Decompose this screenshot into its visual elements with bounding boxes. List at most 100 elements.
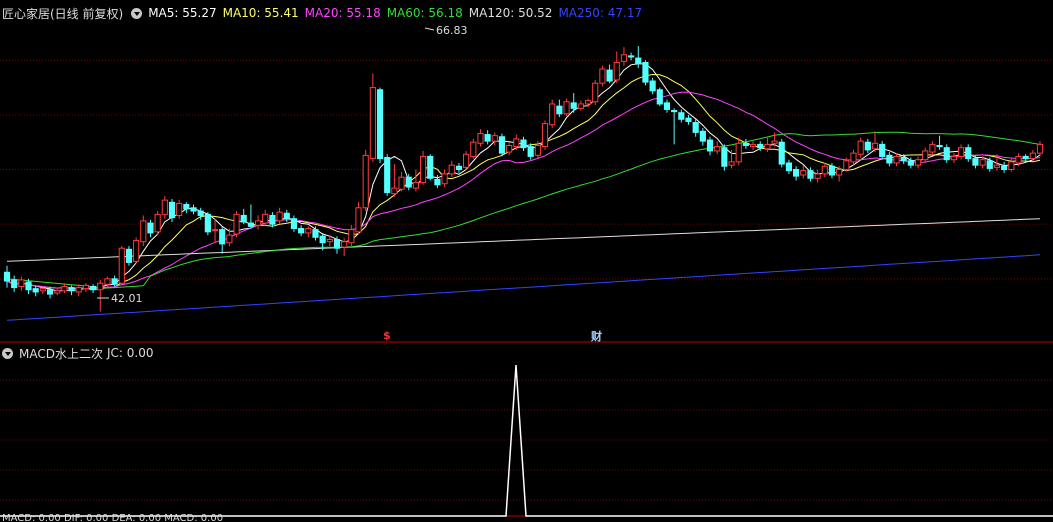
- candle[interactable]: [620, 47, 628, 66]
- candle[interactable]: [836, 166, 843, 182]
- candle[interactable]: [527, 143, 534, 160]
- candle[interactable]: [448, 160, 455, 178]
- candle[interactable]: [125, 246, 133, 266]
- candle[interactable]: [871, 131, 879, 153]
- candle[interactable]: [943, 144, 950, 163]
- candle[interactable]: [814, 169, 821, 183]
- candle[interactable]: [958, 144, 965, 160]
- candle[interactable]: [671, 108, 678, 145]
- candle[interactable]: [419, 150, 427, 185]
- candle[interactable]: [11, 275, 18, 292]
- candle[interactable]: [950, 153, 957, 163]
- candle[interactable]: [549, 99, 556, 129]
- candle[interactable]: [656, 87, 663, 107]
- kline-chart[interactable]: 66.83 42.01: [0, 0, 1053, 520]
- candle[interactable]: [728, 149, 735, 169]
- candle[interactable]: [398, 171, 405, 192]
- candle[interactable]: [290, 215, 298, 232]
- candle[interactable]: [721, 144, 728, 171]
- candle[interactable]: [879, 141, 886, 160]
- candle[interactable]: [749, 141, 757, 150]
- candle[interactable]: [649, 77, 656, 95]
- candle[interactable]: [355, 202, 362, 235]
- candle[interactable]: [305, 226, 312, 238]
- candle[interactable]: [692, 119, 699, 137]
- candle[interactable]: [54, 287, 61, 296]
- candle[interactable]: [75, 284, 82, 297]
- candle[interactable]: [714, 141, 721, 155]
- candle[interactable]: [276, 207, 283, 225]
- candle[interactable]: [183, 202, 190, 214]
- candle[interactable]: [140, 215, 147, 247]
- candle[interactable]: [929, 141, 936, 156]
- candle[interactable]: [793, 166, 800, 181]
- candle[interactable]: [563, 98, 570, 116]
- candle[interactable]: [477, 129, 484, 147]
- candle[interactable]: [240, 208, 247, 225]
- candle[interactable]: [391, 164, 398, 197]
- candle[interactable]: [362, 149, 369, 212]
- candle[interactable]: [800, 165, 807, 179]
- candle[interactable]: [886, 152, 893, 167]
- candle[interactable]: [850, 149, 857, 166]
- candle[interactable]: [147, 219, 154, 238]
- candle[interactable]: [1036, 141, 1044, 157]
- candle[interactable]: [821, 162, 828, 178]
- candle[interactable]: [541, 120, 549, 150]
- candle[interactable]: [613, 51, 620, 84]
- candle[interactable]: [90, 284, 97, 294]
- candle[interactable]: [857, 137, 864, 158]
- candle[interactable]: [577, 100, 584, 111]
- candle[interactable]: [211, 218, 219, 243]
- candle[interactable]: [635, 46, 642, 68]
- candle[interactable]: [599, 65, 606, 87]
- candle[interactable]: [1001, 161, 1008, 173]
- candle[interactable]: [764, 137, 771, 153]
- candle[interactable]: [18, 276, 25, 291]
- candle[interactable]: [606, 64, 613, 84]
- candle[interactable]: [463, 150, 470, 170]
- candle[interactable]: [642, 60, 649, 86]
- dropdown-icon[interactable]: [2, 347, 13, 359]
- candle[interactable]: [699, 128, 706, 146]
- candle[interactable]: [965, 144, 972, 162]
- event-marker-s[interactable]: $: [383, 329, 391, 342]
- candle[interactable]: [742, 138, 749, 149]
- candle[interactable]: [68, 285, 75, 296]
- candle[interactable]: [785, 159, 793, 174]
- candle[interactable]: [133, 237, 140, 264]
- candle[interactable]: [82, 283, 89, 292]
- candle[interactable]: [470, 138, 477, 159]
- candle[interactable]: [32, 285, 39, 297]
- candle[interactable]: [455, 162, 463, 173]
- candle[interactable]: [412, 169, 419, 192]
- candle[interactable]: [190, 204, 197, 215]
- candle[interactable]: [219, 226, 226, 254]
- candle[interactable]: [298, 225, 305, 237]
- candle[interactable]: [176, 200, 183, 219]
- candle[interactable]: [369, 73, 376, 162]
- candle[interactable]: [914, 156, 922, 169]
- candle[interactable]: [441, 169, 448, 188]
- candle[interactable]: [247, 204, 254, 229]
- candle[interactable]: [706, 136, 714, 156]
- candle[interactable]: [376, 87, 384, 163]
- candle[interactable]: [161, 195, 168, 219]
- candle[interactable]: [484, 130, 491, 145]
- candle[interactable]: [735, 137, 742, 166]
- dropdown-icon[interactable]: [131, 7, 143, 19]
- candle[interactable]: [154, 211, 161, 236]
- candle[interactable]: [254, 215, 262, 230]
- candle[interactable]: [118, 246, 125, 285]
- candle[interactable]: [97, 279, 104, 312]
- candle[interactable]: [678, 109, 685, 123]
- candle[interactable]: [922, 147, 929, 163]
- candle[interactable]: [628, 52, 635, 61]
- candle[interactable]: [3, 265, 11, 288]
- candle[interactable]: [204, 212, 211, 236]
- candle[interactable]: [663, 99, 671, 113]
- candle[interactable]: [427, 154, 434, 181]
- candle[interactable]: [269, 212, 276, 228]
- candle[interactable]: [498, 133, 506, 157]
- candle[interactable]: [520, 136, 527, 151]
